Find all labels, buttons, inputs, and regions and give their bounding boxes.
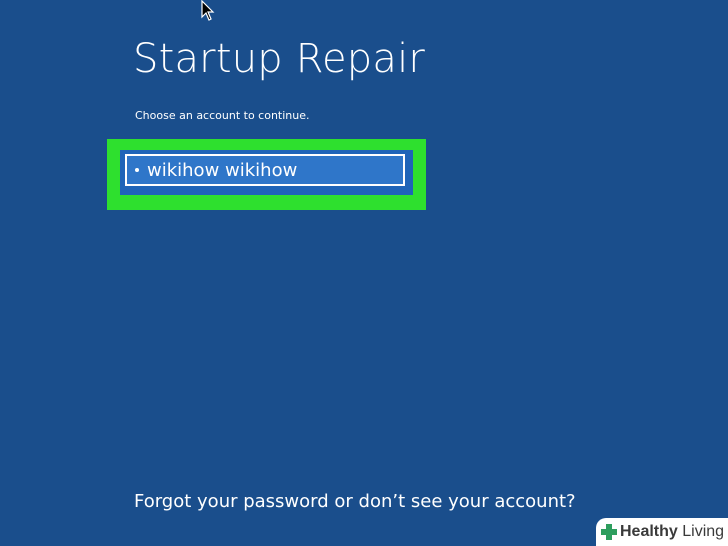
watermark: Healthy Living [596, 518, 728, 546]
plus-cross-icon [601, 524, 617, 540]
account-name: wikihow wikihow [147, 160, 298, 181]
page-title: Startup Repair [133, 36, 426, 82]
watermark-brand-bold: Healthy [620, 523, 678, 540]
bullet-icon [135, 168, 139, 172]
account-tile-focus[interactable]: wikihow wikihow [125, 154, 405, 186]
watermark-text: Healthy Living [620, 523, 724, 541]
watermark-brand-regular: Living [677, 523, 725, 540]
recovery-screen: Startup Repair Choose an account to cont… [0, 0, 728, 546]
page-subtitle: Choose an account to continue. [135, 109, 310, 122]
mouse-pointer-icon [201, 0, 215, 21]
account-tile[interactable]: wikihow wikihow [120, 150, 413, 195]
forgot-password-link[interactable]: Forgot your password or don’t see your a… [134, 491, 576, 512]
